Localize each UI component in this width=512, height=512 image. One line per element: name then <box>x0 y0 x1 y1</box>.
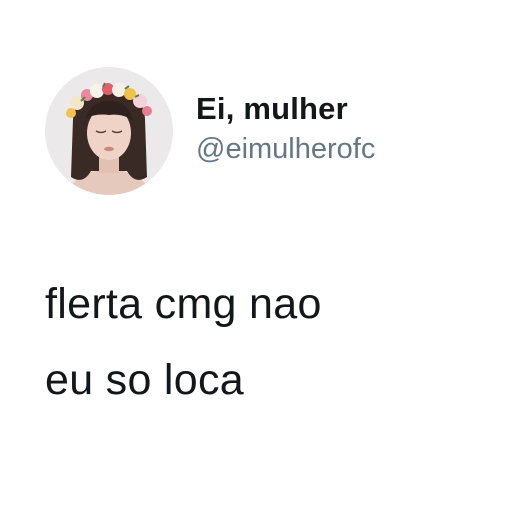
avatar-portrait-image <box>45 67 173 195</box>
avatar[interactable] <box>45 67 173 195</box>
tweet-text-line-2: eu so loca <box>45 356 245 404</box>
display-name[interactable]: Ei, mulher <box>196 91 375 127</box>
tweet-text: flerta cmg nao eu so loca <box>45 266 322 418</box>
user-handle[interactable]: @eimulherofc <box>196 131 375 167</box>
tweet-text-line-1: flerta cmg nao <box>45 280 322 328</box>
tweet-header: Ei, mulher @eimulherofc <box>45 67 375 195</box>
tweet-card: Ei, mulher @eimulherofc flerta cmg nao e… <box>0 0 512 512</box>
tweet-author: Ei, mulher @eimulherofc <box>196 91 375 167</box>
